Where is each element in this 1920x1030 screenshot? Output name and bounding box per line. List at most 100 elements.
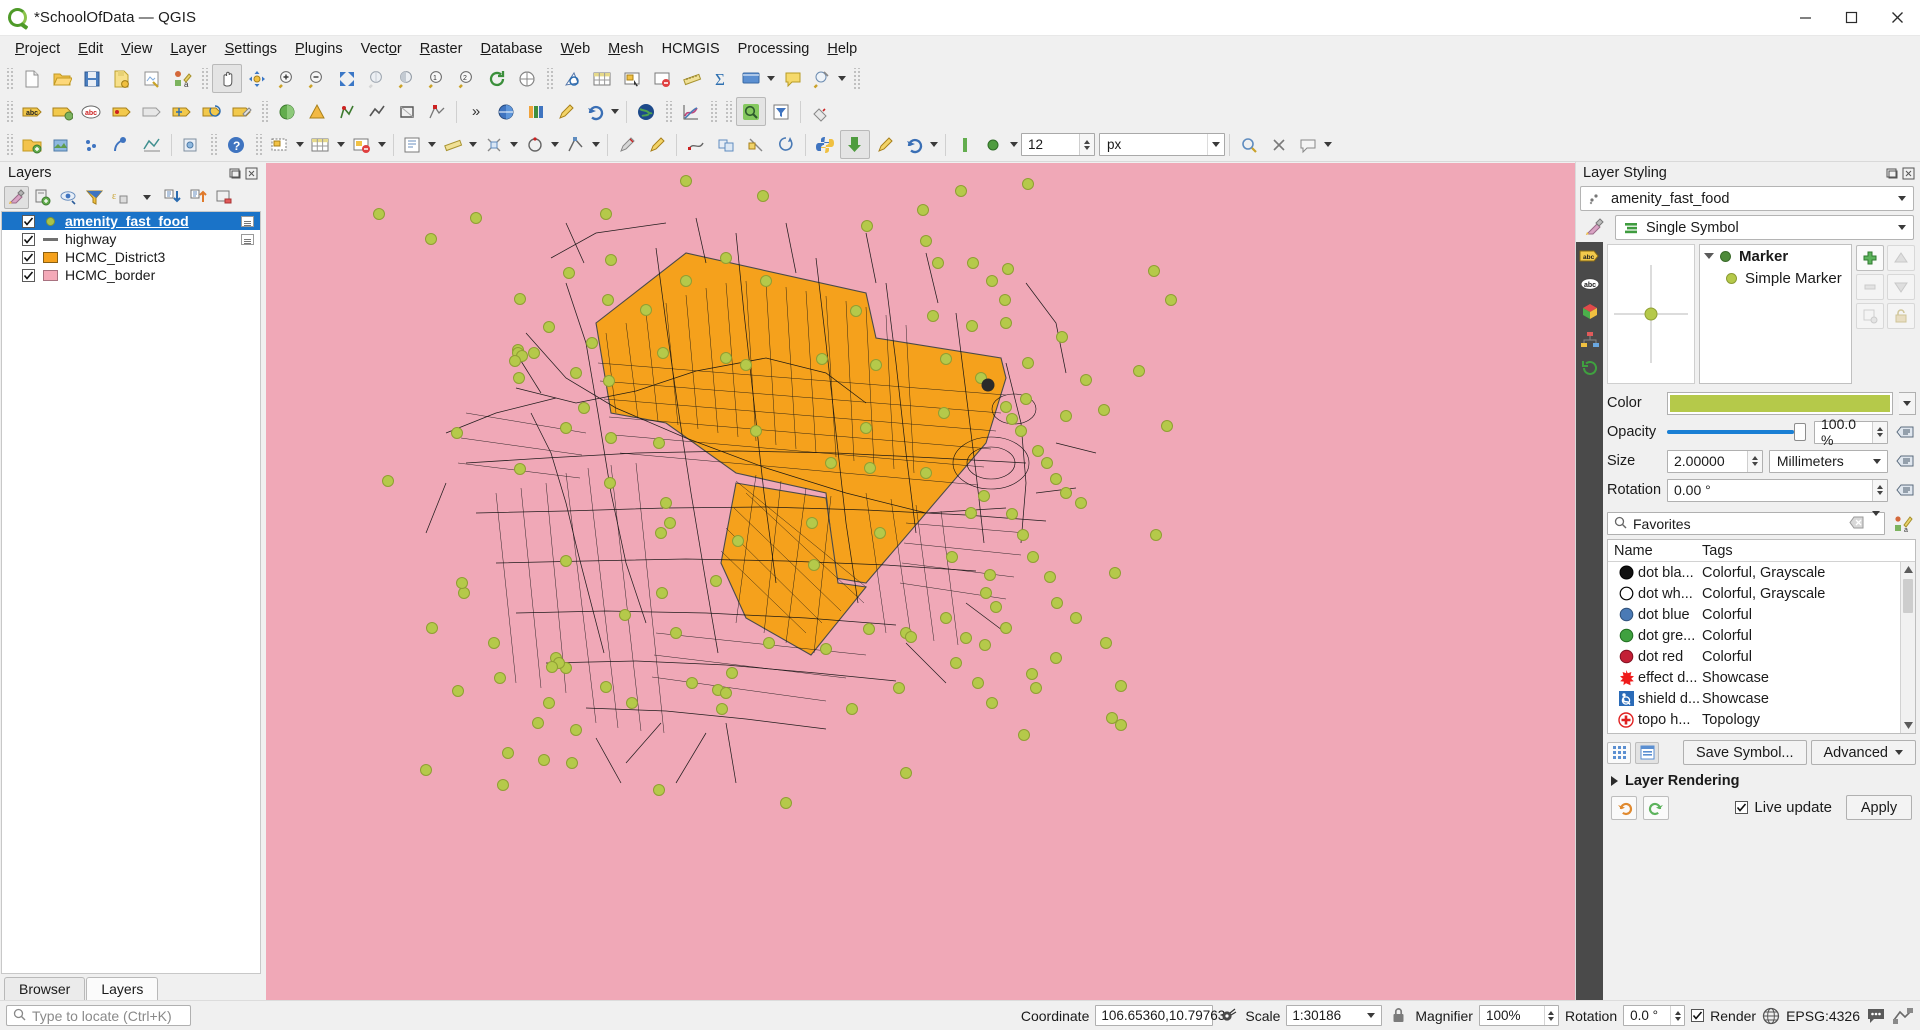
manage-map-themes-icon[interactable] (56, 186, 81, 209)
menu-help[interactable]: Help (818, 38, 866, 60)
log-icon[interactable] (1892, 1007, 1914, 1025)
attribute-table-dropdown[interactable] (307, 130, 348, 159)
diagram-labeling-icon[interactable]: abc (77, 97, 107, 126)
toolbar-grip[interactable] (5, 100, 14, 123)
toolbar-grip[interactable] (5, 133, 14, 156)
deselect-features-icon[interactable] (647, 64, 677, 93)
web-globe-icon[interactable] (631, 97, 661, 126)
table-row[interactable]: dot red Colorful (1608, 646, 1900, 667)
undock-icon[interactable] (1886, 167, 1899, 180)
new-map-view-icon[interactable] (512, 64, 542, 93)
processing-toolbox-icon[interactable] (521, 97, 551, 126)
undock-icon[interactable] (229, 167, 242, 180)
masks-icon[interactable]: abc (1579, 274, 1601, 294)
add-delimited-text-icon[interactable] (77, 130, 107, 159)
measure-icon-2[interactable] (805, 97, 835, 126)
add-mesh-layer-icon[interactable] (137, 130, 167, 159)
diagrams-icon[interactable] (1579, 330, 1601, 350)
add-group-icon[interactable] (30, 186, 55, 209)
apply-button[interactable]: Apply (1846, 795, 1912, 820)
filter-map-icon[interactable] (766, 97, 796, 126)
render-checkbox[interactable] (1691, 1009, 1705, 1022)
digitize-shape-dropdown[interactable] (521, 130, 562, 159)
toolbar-grip[interactable] (724, 100, 733, 123)
rotate-label-icon[interactable] (197, 97, 227, 126)
list-view-button[interactable] (1635, 741, 1659, 764)
coordinate-field[interactable]: 106.65360,10.79763 (1095, 1005, 1225, 1026)
measure-dropdown[interactable] (439, 130, 480, 159)
identify-features-icon[interactable] (557, 64, 587, 93)
style-manager-icon[interactable]: a (1890, 515, 1916, 533)
menu-layer[interactable]: Layer (161, 38, 215, 60)
symbol-size-spinner[interactable]: 12 (1021, 133, 1095, 156)
globe-icon[interactable] (1762, 1007, 1780, 1025)
remove-layer-icon[interactable] (212, 186, 237, 209)
zoom-out-icon[interactable] (302, 64, 332, 93)
close-annotation-icon[interactable] (1264, 130, 1294, 159)
annotation-tools-dropdown[interactable] (1294, 130, 1335, 159)
save-layer-edits-icon[interactable] (840, 130, 870, 159)
save-symbol-button[interactable]: Save Symbol... (1682, 740, 1807, 765)
refresh-icon[interactable] (482, 64, 512, 93)
symbol-shape-icon[interactable] (302, 97, 332, 126)
table-row[interactable]: dot blue Colorful (1608, 604, 1900, 625)
zoom-next-icon[interactable]: 2 (452, 64, 482, 93)
new-project-icon[interactable] (17, 64, 47, 93)
close-icon[interactable] (245, 167, 258, 180)
show-hide-labels-icon[interactable] (137, 97, 167, 126)
layer-rendering-section[interactable]: Layer Rendering (1607, 765, 1916, 789)
open-layer-styling-panel-icon[interactable] (4, 185, 29, 209)
table-row[interactable]: dot wh... Colorful, Grayscale (1608, 583, 1900, 604)
tab-layers[interactable]: Layers (86, 977, 159, 1000)
search-zoom-icon[interactable] (736, 97, 766, 126)
symbol-library-table[interactable]: Name Tags dot bla... Colorful, Grayscale (1607, 539, 1916, 734)
layer-row[interactable]: highway (2, 230, 260, 248)
table-row[interactable]: effect d... Showcase (1608, 667, 1900, 688)
digitize-draw-icon[interactable] (612, 130, 642, 159)
toolbar-grip[interactable] (5, 67, 14, 90)
open-project-icon[interactable] (47, 64, 77, 93)
layer-visibility-checkbox[interactable] (22, 232, 35, 246)
rotation-value-box[interactable]: 0.00 ° (1667, 478, 1888, 502)
collapse-all-icon[interactable] (186, 186, 211, 209)
menu-hcmgis[interactable]: HCMGIS (653, 38, 729, 60)
layer-tree[interactable]: amenity_fast_food highway HCMC_District3… (1, 211, 261, 974)
clear-icon[interactable] (1849, 516, 1864, 532)
maximize-icon[interactable] (1828, 0, 1874, 36)
pan-map-icon[interactable] (212, 64, 242, 93)
table-row[interactable]: topo h... Topology (1608, 709, 1900, 730)
new-print-layout-icon[interactable] (137, 64, 167, 93)
close-icon[interactable] (1874, 0, 1920, 36)
layer-filter-badge[interactable] (241, 215, 254, 227)
symbol-table-scrollbar[interactable] (1900, 562, 1915, 733)
live-update-checkbox[interactable] (1735, 801, 1749, 814)
layer-visibility-checkbox[interactable] (22, 214, 35, 228)
duplicate-button[interactable] (1856, 303, 1884, 329)
add-raster-layer-icon[interactable] (47, 130, 77, 159)
zoom-last-icon[interactable]: 1 (422, 64, 452, 93)
plot-icon[interactable] (676, 97, 706, 126)
select-features-icon[interactable] (617, 64, 647, 93)
add-symbol-layer-button[interactable] (1856, 245, 1884, 271)
symbol-unit-combo[interactable]: px (1099, 133, 1225, 156)
pin-annotations-icon[interactable] (1234, 130, 1264, 159)
size-unit-combo[interactable]: Millimeters (1768, 449, 1888, 473)
toolbar-grip[interactable] (254, 133, 263, 156)
pan-to-selection-icon[interactable] (242, 64, 272, 93)
deselect-dropdown[interactable] (348, 130, 389, 159)
opacity-data-defined-button[interactable] (1894, 421, 1916, 443)
size-data-defined-button[interactable] (1894, 450, 1916, 472)
rotate-features-icon[interactable] (771, 130, 801, 159)
new-shapefile-layer-icon[interactable] (176, 130, 206, 159)
opacity-value-box[interactable]: 100.0 % (1814, 416, 1888, 448)
map-canvas[interactable] (266, 163, 1575, 1000)
icon-view-button[interactable] (1607, 741, 1631, 764)
menu-view[interactable]: View (112, 38, 161, 60)
chevron-down-icon[interactable] (1891, 196, 1913, 201)
remove-symbol-layer-button[interactable] (1856, 274, 1884, 300)
toggle-extents-icon[interactable] (1219, 1007, 1239, 1025)
scroll-up-icon[interactable] (1901, 562, 1915, 577)
menu-settings[interactable]: Settings (216, 38, 286, 60)
add-line-feature-icon[interactable] (362, 97, 392, 126)
zoom-in-icon[interactable] (272, 64, 302, 93)
